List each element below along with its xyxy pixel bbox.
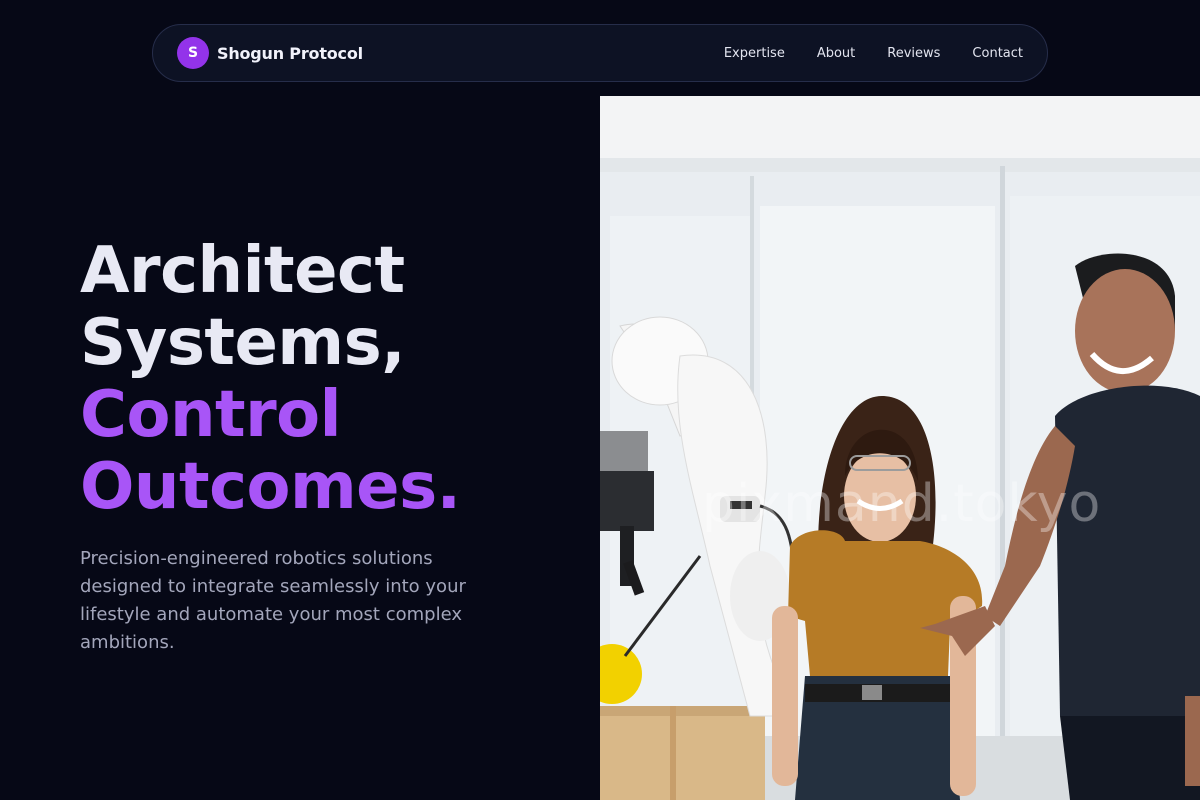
headline-accent-line: Outcomes. (80, 450, 461, 524)
hero-photo-illustration (600, 96, 1200, 800)
headline-line: Systems, (80, 306, 406, 380)
hero-image: pixmand.tokyo (600, 96, 1200, 800)
image-watermark: pixmand.tokyo (702, 474, 1102, 534)
brand-logo-icon: S (177, 37, 209, 69)
brand-link[interactable]: S Shogun Protocol (177, 37, 363, 69)
headline-line: Architect (80, 234, 405, 308)
nav-links: Expertise About Reviews Contact (724, 46, 1023, 61)
headline-accent-line: Control (80, 378, 342, 452)
nav-link-expertise[interactable]: Expertise (724, 46, 785, 61)
brand-name: Shogun Protocol (217, 43, 363, 63)
nav-link-contact[interactable]: Contact (972, 46, 1023, 61)
nav-link-about[interactable]: About (817, 46, 855, 61)
hero-description: Precision-engineered robotics solutions … (80, 548, 466, 653)
hero-section: Architect Systems, Control Outcomes. Pre… (80, 235, 560, 657)
navbar: S Shogun Protocol Expertise About Review… (152, 24, 1048, 82)
nav-link-reviews[interactable]: Reviews (887, 46, 940, 61)
hero-headline: Architect Systems, Control Outcomes. (80, 235, 560, 523)
